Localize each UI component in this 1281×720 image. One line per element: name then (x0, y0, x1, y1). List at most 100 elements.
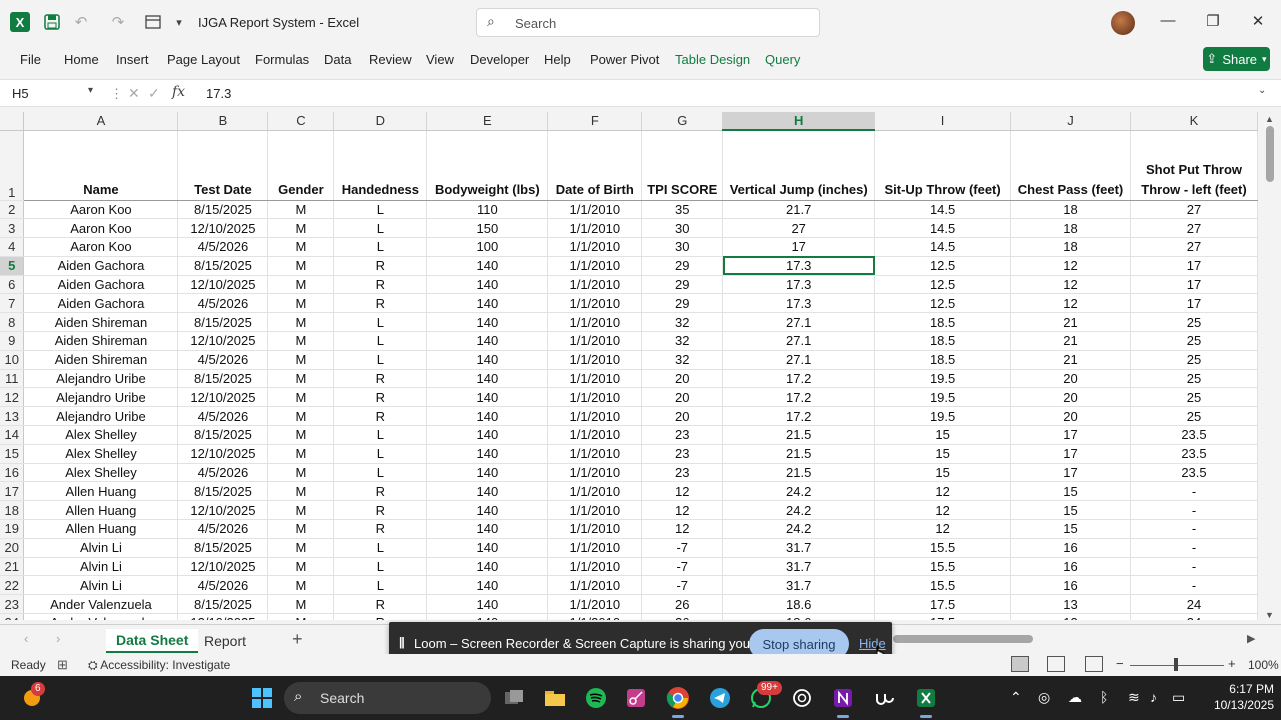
table-cell[interactable]: R (333, 519, 428, 539)
table-cell[interactable]: 17.3 (722, 293, 876, 314)
table-cell[interactable]: M (267, 387, 335, 408)
menu-table-design[interactable]: Table Design (675, 52, 750, 67)
table-cell[interactable]: 1/1/2010 (547, 256, 643, 276)
table-cell[interactable]: L (333, 331, 428, 351)
table-cell[interactable]: 1/1/2010 (547, 237, 643, 257)
close-button[interactable]: ✕ (1248, 12, 1268, 30)
restore-button[interactable]: ❐ (1203, 12, 1223, 30)
table-cell[interactable]: 12 (1010, 293, 1131, 314)
table-cell[interactable]: 150 (426, 218, 549, 239)
snipping-tool-icon[interactable] (622, 684, 650, 712)
menu-formulas[interactable]: Formulas (255, 52, 309, 67)
table-cell[interactable]: 12.5 (874, 275, 1012, 295)
row-number[interactable]: 19 (0, 519, 25, 539)
table-cell[interactable]: 4/5/2026 (177, 406, 269, 427)
table-cell[interactable]: M (267, 444, 335, 464)
horizontal-scrollbar-thumb[interactable] (893, 635, 1033, 643)
table-cell[interactable]: 20 (1010, 369, 1131, 389)
table-cell[interactable]: 1/1/2010 (547, 575, 643, 596)
table-cell[interactable]: Alvin Li (23, 538, 179, 558)
table-cell[interactable]: L (333, 350, 428, 370)
table-cell[interactable]: 8/15/2025 (177, 312, 269, 333)
normal-view-button[interactable] (1011, 656, 1029, 672)
table-cell[interactable]: 4/5/2026 (177, 237, 269, 257)
scroll-right-icon[interactable]: ▶ (1247, 632, 1255, 645)
table-cell[interactable]: 17 (722, 237, 876, 257)
save-icon[interactable] (41, 11, 63, 33)
row-number[interactable]: 10 (0, 350, 25, 370)
table-cell[interactable]: 12 (641, 481, 724, 502)
table-cell[interactable]: 140 (426, 369, 549, 389)
table-cell[interactable]: Aiden Gachora (23, 275, 179, 295)
table-cell[interactable]: 27.1 (722, 312, 876, 333)
table-cell[interactable]: R (333, 293, 428, 314)
table-cell[interactable]: R (333, 594, 428, 615)
table-cell[interactable]: Allen Huang (23, 481, 179, 502)
table-cell[interactable]: M (267, 500, 335, 521)
table-cell[interactable]: 18.5 (874, 350, 1012, 370)
table-cell[interactable]: 12 (874, 500, 1012, 521)
row-number[interactable]: 15 (0, 444, 25, 464)
table-cell[interactable]: R (333, 275, 428, 295)
table-cell[interactable]: 17.2 (722, 387, 876, 408)
menu-review[interactable]: Review (369, 52, 412, 67)
table-cell[interactable]: R (333, 500, 428, 521)
table-cell[interactable]: M (267, 312, 335, 333)
table-cell[interactable]: 21 (1010, 331, 1131, 351)
table-cell[interactable]: R (333, 406, 428, 427)
table-cell[interactable]: R (333, 387, 428, 408)
table-cell[interactable]: M (267, 275, 335, 295)
table-cell[interactable]: 140 (426, 350, 549, 370)
table-cell[interactable]: 27.1 (722, 331, 876, 351)
table-cell[interactable]: 12/10/2025 (177, 444, 269, 464)
row-number[interactable]: 20 (0, 538, 25, 558)
table-cell[interactable]: 32 (641, 331, 724, 351)
row-number[interactable]: 23 (0, 594, 25, 615)
table-cell[interactable]: M (267, 350, 335, 370)
table-cell[interactable]: 1/1/2010 (547, 200, 643, 220)
task-view-icon[interactable] (500, 684, 528, 712)
table-cell[interactable]: 1/1/2010 (547, 538, 643, 558)
upwork-icon[interactable] (871, 684, 899, 712)
header-cell[interactable]: Chest Pass (feet) (1010, 130, 1131, 201)
add-sheet-icon[interactable]: + (292, 629, 303, 650)
file-explorer-icon[interactable] (541, 684, 569, 712)
table-cell[interactable]: 25 (1130, 369, 1258, 389)
menu-query[interactable]: Query (765, 52, 800, 67)
table-cell[interactable]: 8/15/2025 (177, 425, 269, 445)
accessibility-status[interactable]: ⛭ Accessibility: Investigate (88, 658, 230, 673)
table-cell[interactable]: 140 (426, 557, 549, 577)
row-number[interactable]: 1 (0, 130, 25, 201)
menu-view[interactable]: View (426, 52, 454, 67)
table-cell[interactable]: 17 (1010, 463, 1131, 483)
table-cell[interactable]: Alejandro Uribe (23, 387, 179, 408)
row-number[interactable]: 18 (0, 500, 25, 521)
table-cell[interactable]: L (333, 463, 428, 483)
table-cell[interactable]: Aiden Shireman (23, 312, 179, 333)
start-icon[interactable] (248, 684, 276, 712)
table-cell[interactable]: 12.5 (874, 256, 1012, 276)
table-cell[interactable]: 140 (426, 444, 549, 464)
active-cell[interactable]: 17.3 (722, 256, 876, 276)
table-cell[interactable]: M (267, 369, 335, 389)
table-cell[interactable]: 8/15/2025 (177, 256, 269, 276)
table-cell[interactable]: R (333, 256, 428, 276)
table-cell[interactable]: 17.2 (722, 369, 876, 389)
table-cell[interactable]: 17 (1130, 256, 1258, 276)
table-cell[interactable]: 140 (426, 387, 549, 408)
row-number[interactable]: 2 (0, 200, 25, 220)
row-number[interactable]: 24 (0, 613, 25, 620)
table-cell[interactable]: M (267, 594, 335, 615)
table-cell[interactable]: 1/1/2010 (547, 312, 643, 333)
chrome-icon[interactable] (664, 684, 692, 718)
column-header-i[interactable]: I (874, 112, 1012, 131)
table-cell[interactable]: M (267, 293, 335, 314)
table-cell[interactable]: 12 (874, 519, 1012, 539)
table-cell[interactable]: Aaron Koo (23, 200, 179, 220)
table-cell[interactable]: 18.5 (874, 331, 1012, 351)
menu-home[interactable]: Home (64, 52, 99, 67)
table-cell[interactable]: 24 (1130, 613, 1258, 620)
row-number[interactable]: 22 (0, 575, 25, 596)
row-number[interactable]: 3 (0, 218, 25, 239)
row-number[interactable]: 6 (0, 275, 25, 295)
